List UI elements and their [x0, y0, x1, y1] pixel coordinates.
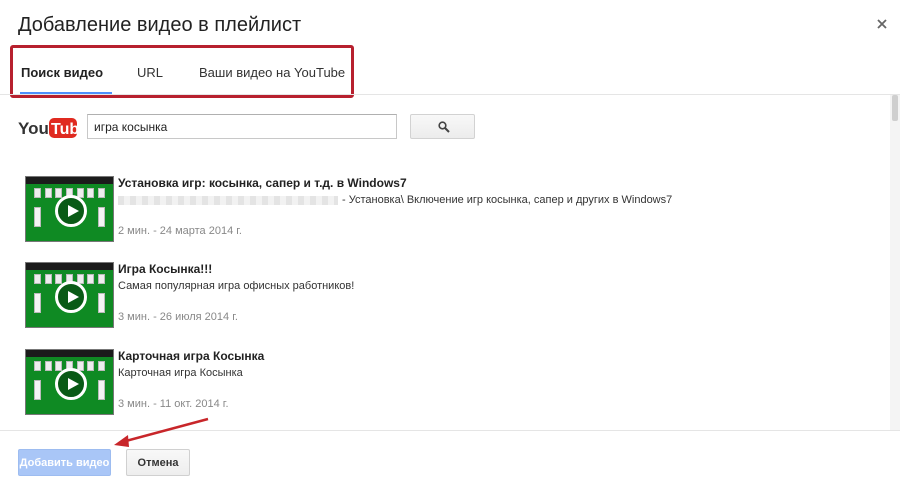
result-description: Карточная игра Косынка [118, 367, 243, 379]
result-item[interactable]: Карточная игра Косынка Карточная игра Ко… [25, 346, 885, 416]
svg-text:Tube: Tube [51, 121, 78, 138]
play-icon [55, 195, 87, 227]
search-input[interactable] [87, 114, 397, 139]
youtube-logo: You Tube [18, 118, 78, 138]
video-thumbnail[interactable] [25, 349, 114, 415]
video-thumbnail[interactable] [25, 176, 114, 242]
divider [0, 94, 900, 95]
result-meta: 3 мин. - 11 окт. 2014 г. [118, 398, 229, 410]
result-title[interactable]: Карточная игра Косынка [118, 349, 264, 363]
tab-search-video[interactable]: Поиск видео [21, 65, 103, 80]
search-icon [438, 121, 450, 133]
cancel-button[interactable]: Отмена [126, 449, 190, 476]
svg-text:You: You [18, 119, 49, 138]
result-description: - Установка\ Включение игр косынка, сапе… [118, 194, 672, 206]
close-icon[interactable] [876, 18, 888, 30]
tab-your-youtube-videos[interactable]: Ваши видео на YouTube [199, 65, 345, 80]
blurred-text [118, 195, 338, 205]
video-thumbnail[interactable] [25, 262, 114, 328]
tab-url[interactable]: URL [137, 65, 163, 80]
play-icon [55, 281, 87, 313]
result-title[interactable]: Игра Косынка!!! [118, 262, 212, 276]
scrollbar-thumb[interactable] [892, 95, 898, 121]
result-title[interactable]: Установка игр: косынка, сапер и т.д. в W… [118, 176, 407, 190]
result-description: Самая популярная игра офисных работников… [118, 280, 355, 292]
arrow-annotation [114, 417, 209, 447]
result-item[interactable]: Игра Косынка!!! Самая популярная игра оф… [25, 259, 885, 329]
add-video-button[interactable]: Добавить видео [18, 449, 111, 476]
result-item[interactable]: Установка игр: косынка, сапер и т.д. в W… [25, 173, 885, 243]
search-button[interactable] [410, 114, 475, 139]
play-icon [55, 368, 87, 400]
result-meta: 2 мин. - 24 марта 2014 г. [118, 225, 242, 237]
tabs-highlight-box: Поиск видео URL Ваши видео на YouTube [10, 45, 354, 98]
dialog-title: Добавление видео в плейлист [18, 14, 302, 36]
result-meta: 3 мин. - 26 июля 2014 г. [118, 311, 238, 323]
scrollbar-track[interactable] [890, 95, 900, 430]
